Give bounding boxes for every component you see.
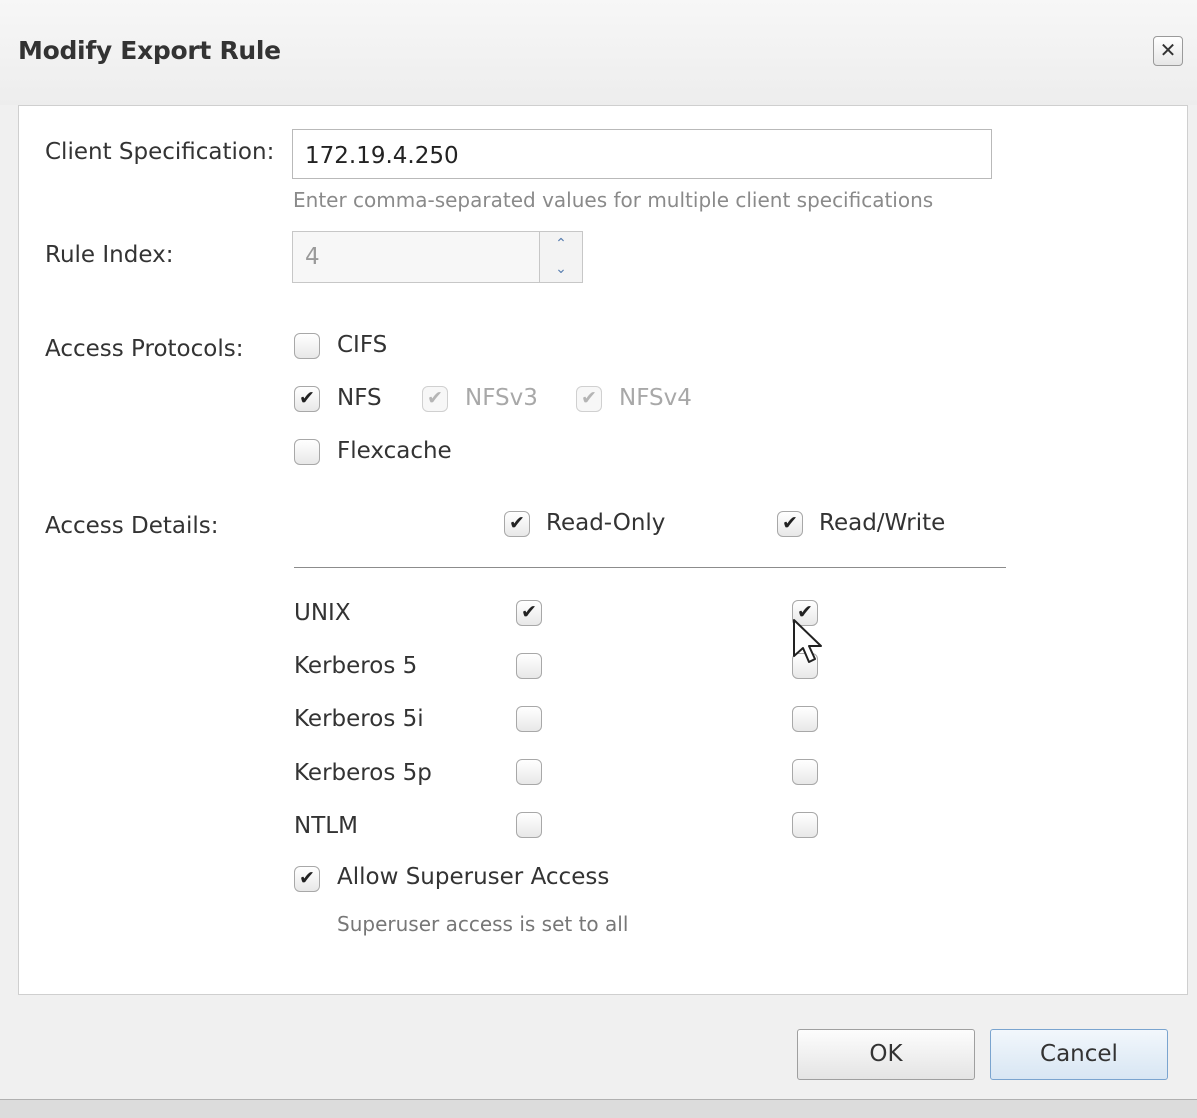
chevron-down-icon[interactable]: ⌄	[540, 257, 582, 282]
allow-superuser-label: Allow Superuser Access	[337, 864, 610, 890]
client-spec-label: Client Specification:	[45, 139, 275, 165]
read-write-checkbox[interactable]: ✔	[777, 511, 803, 537]
row-label-kerberos5: Kerberos 5	[294, 653, 418, 679]
row-label-ntlm: NTLM	[294, 813, 358, 839]
client-spec-input[interactable]: 172.19.4.250	[292, 129, 992, 179]
kerberos5p-read-write-checkbox[interactable]	[792, 759, 818, 785]
access-details-label: Access Details:	[45, 513, 219, 539]
flexcache-checkbox[interactable]	[294, 439, 320, 465]
read-write-label: Read/Write	[819, 510, 946, 536]
dialog-content: Client Specification: 172.19.4.250 Enter…	[18, 105, 1188, 995]
mouse-pointer-icon	[793, 619, 822, 663]
access-protocols-label: Access Protocols:	[45, 336, 244, 362]
kerberos5i-read-write-checkbox[interactable]	[792, 706, 818, 732]
dialog-title-bar: Modify Export Rule ✕	[0, 0, 1197, 105]
nfsv4-checkbox: ✔	[576, 386, 602, 412]
row-label-kerberos5p: Kerberos 5p	[294, 760, 432, 786]
nfsv3-checkbox: ✔	[422, 386, 448, 412]
unix-read-only-checkbox[interactable]: ✔	[516, 600, 542, 626]
ntlm-read-write-checkbox[interactable]	[792, 812, 818, 838]
read-only-label: Read-Only	[546, 510, 666, 536]
client-spec-hint: Enter comma-separated values for multipl…	[293, 188, 934, 212]
ntlm-read-only-checkbox[interactable]	[516, 812, 542, 838]
nfs-label: NFS	[337, 385, 382, 411]
rule-index-label: Rule Index:	[45, 242, 174, 268]
nfsv4-label: NFSv4	[619, 385, 692, 411]
background-window-strip	[0, 1099, 1197, 1118]
row-label-kerberos5i: Kerberos 5i	[294, 706, 424, 732]
access-details-divider	[294, 567, 1006, 568]
cifs-label: CIFS	[337, 332, 388, 358]
dialog-title: Modify Export Rule	[18, 36, 281, 65]
nfs-checkbox[interactable]: ✔	[294, 386, 320, 412]
kerberos5p-read-only-checkbox[interactable]	[516, 759, 542, 785]
chevron-up-icon[interactable]: ⌃	[540, 232, 582, 257]
flexcache-label: Flexcache	[337, 438, 452, 464]
nfsv3-label: NFSv3	[465, 385, 538, 411]
kerberos5-read-only-checkbox[interactable]	[516, 653, 542, 679]
rule-index-value: 4	[305, 244, 320, 270]
spinner-buttons: ⌃ ⌄	[539, 232, 582, 282]
allow-superuser-checkbox[interactable]: ✔	[294, 866, 320, 892]
row-label-unix: UNIX	[294, 600, 351, 626]
modify-export-rule-dialog: Modify Export Rule ✕ Client Specificatio…	[0, 0, 1197, 1118]
cifs-checkbox[interactable]	[294, 333, 320, 359]
close-icon[interactable]: ✕	[1153, 36, 1183, 66]
cancel-button[interactable]: Cancel	[990, 1029, 1168, 1080]
ok-button[interactable]: OK	[797, 1029, 975, 1080]
superuser-note: Superuser access is set to all	[337, 912, 629, 936]
rule-index-spinner[interactable]: 4 ⌃ ⌄	[292, 231, 583, 283]
kerberos5i-read-only-checkbox[interactable]	[516, 706, 542, 732]
read-only-checkbox[interactable]: ✔	[504, 511, 530, 537]
